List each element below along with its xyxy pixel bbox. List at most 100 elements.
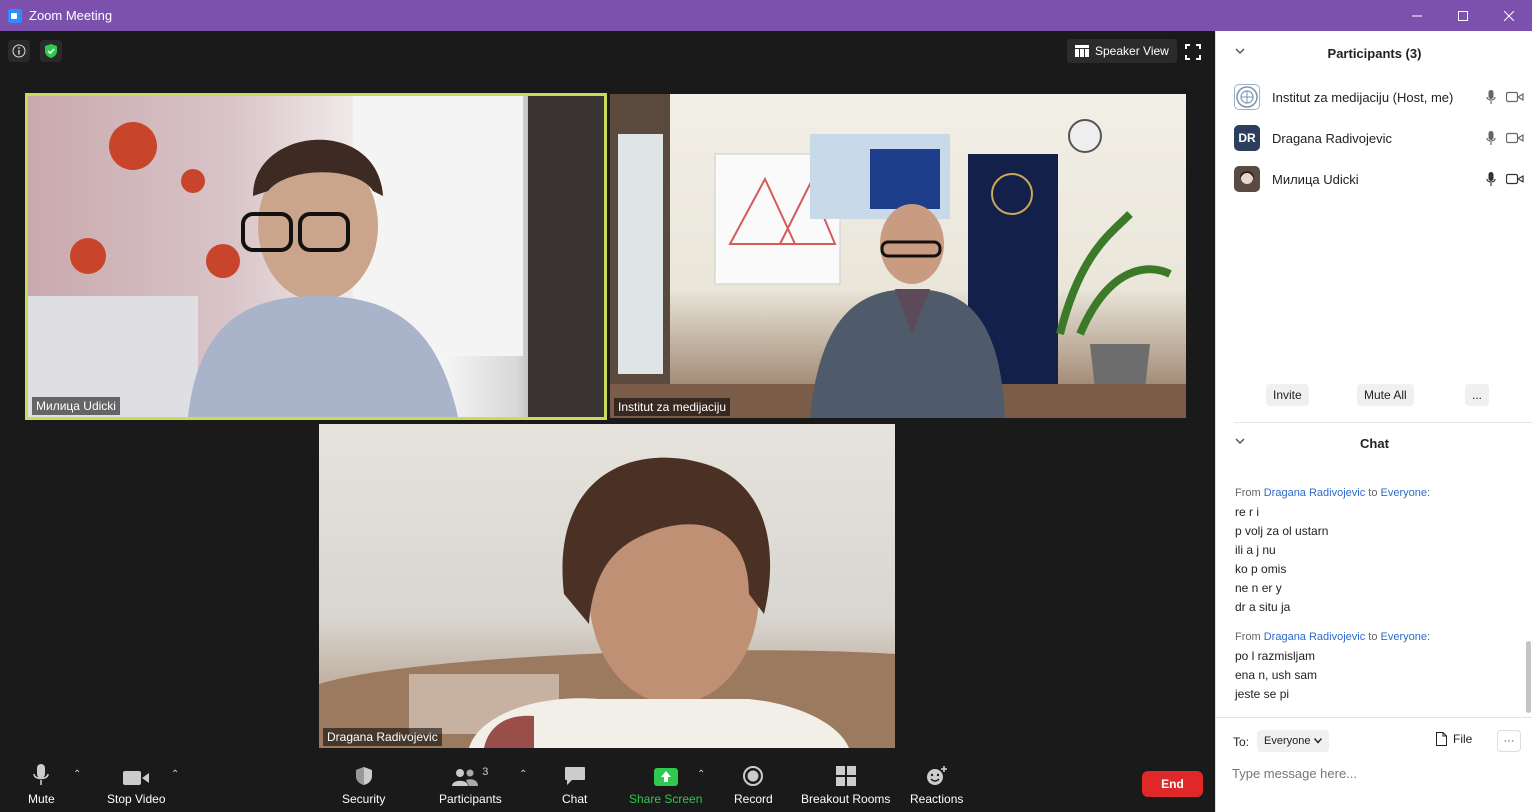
to-label: To: [1233,735,1250,749]
institute-logo-icon [1236,86,1258,108]
video-camera-icon[interactable] [1506,91,1524,103]
meeting-info-button[interactable] [8,40,30,62]
file-label: File [1453,732,1473,746]
message-sender: From Dragana Radivojevic to Everyone: [1235,631,1431,643]
encryption-button[interactable] [40,40,62,62]
participant-name: Dragana Radivojevic [1272,130,1392,146]
participant-name: Милица Udicki [1272,171,1359,187]
chat-message-input[interactable] [1232,762,1522,784]
sender-name[interactable]: Dragana Radivojevic [1264,631,1366,643]
end-meeting-button[interactable]: End [1142,771,1203,797]
send-file-button[interactable]: File [1436,732,1472,746]
video-tile[interactable]: Institut za medijaciju [610,94,1186,418]
avatar [1234,166,1260,192]
collapse-chevron-icon[interactable] [1235,46,1245,56]
participant-row[interactable]: Милица Udicki [1234,164,1524,194]
video-camera-icon[interactable] [1506,132,1524,144]
recipient-name[interactable]: Everyone [1381,487,1427,499]
close-button[interactable] [1486,0,1532,31]
mute-all-button[interactable]: Mute All [1357,384,1414,406]
message-text: dr a situ ja [1235,600,1291,614]
chat-scrollbar[interactable] [1526,641,1531,713]
file-icon [1436,732,1447,746]
video-tile[interactable]: Dragana Radivojevic [319,424,895,748]
maximize-icon [1458,10,1468,21]
chat-title: Chat [1360,435,1389,451]
participant-video [610,94,1186,418]
message-text: p volj za ol ustarn [1235,524,1329,538]
chat-button[interactable]: Chat [562,762,587,806]
stop-video-button[interactable]: Stop Video [107,762,166,806]
avatar: DR [1234,125,1260,151]
recipient-dropdown[interactable]: Everyone [1257,730,1330,752]
invite-button[interactable]: Invite [1266,384,1309,406]
minimize-button[interactable] [1394,0,1440,31]
more-options-button[interactable]: ... [1465,384,1490,406]
chat-more-button[interactable]: ··· [1497,730,1521,752]
chat-log[interactable]: From Dragana Radivojevic to Everyone: re… [1216,461,1532,715]
message-text: ena n, ush sam [1235,668,1318,682]
recipient-name[interactable]: Everyone [1381,631,1427,643]
share-screen-button[interactable]: Share Screen [629,762,702,806]
info-icon [12,44,26,58]
message-text: ko p omis [1235,562,1287,576]
participant-name-label: Institut za medijaciju [614,398,731,416]
participant-status-icons [1486,130,1524,146]
participant-row[interactable]: Institut za medijaciju (Host, me) [1234,82,1524,112]
participants-button[interactable]: 3 Participants [439,762,502,806]
maximize-button[interactable] [1440,0,1486,31]
breakout-rooms-label: Breakout Rooms [801,792,891,806]
meeting-toolbar: Mute ⌃ Stop Video ⌃ Security 3 Participa… [0,756,1215,812]
microphone-icon[interactable] [1486,171,1496,187]
shield-icon [355,767,372,785]
breakout-rooms-icon [835,766,856,786]
sender-name[interactable]: Dragana Radivojevic [1264,487,1366,499]
profile-photo-icon [1240,171,1254,184]
recipient-value: Everyone [1264,735,1311,747]
record-button[interactable]: Record [734,762,773,806]
avatar [1234,84,1260,110]
chevron-down-icon [1314,738,1323,744]
participants-title: Participants (3) [1327,45,1422,61]
speaker-view-button[interactable]: Speaker View [1067,39,1177,63]
security-button[interactable]: Security [342,762,385,806]
security-label: Security [342,792,386,806]
video-camera-icon [123,771,150,785]
chat-input-area: To: Everyone File ··· [1216,717,1532,812]
collapse-chevron-icon[interactable] [1235,436,1245,446]
microphone-icon[interactable] [1486,130,1496,146]
zoom-logo-icon [8,8,22,23]
chat-bubble-icon [564,767,585,785]
breakout-rooms-button[interactable]: Breakout Rooms [801,762,890,806]
record-icon [743,766,764,786]
message-text: ne n er y [1235,581,1282,595]
record-label: Record [734,792,773,806]
divider [1234,422,1532,423]
video-tile-active-speaker[interactable]: Милица Udicki [25,93,607,420]
audio-options-caret[interactable]: ⌃ [73,769,81,780]
meeting-info-icons [8,40,62,62]
share-screen-label: Share Screen [629,792,703,806]
title-bar: Zoom Meeting [0,0,1532,31]
participant-name-label: Милица Udicki [32,397,120,415]
message-sender: From Dragana Radivojevic to Everyone: [1235,487,1431,499]
video-options-caret[interactable]: ⌃ [171,769,179,780]
reactions-button[interactable]: Reactions [910,762,963,806]
microphone-icon[interactable] [1486,89,1496,105]
video-camera-icon[interactable] [1506,173,1524,185]
message-text: re r i [1235,505,1259,519]
participant-row[interactable]: DR Dragana Radivojevic [1234,123,1524,153]
participant-name: Institut za medijaciju (Host, me) [1272,89,1454,105]
participant-status-icons [1486,171,1524,187]
fullscreen-icon [1185,44,1201,60]
fullscreen-button[interactable] [1185,44,1201,60]
participants-options-caret[interactable]: ⌃ [519,769,527,780]
shield-check-icon [45,44,57,58]
mute-button[interactable]: Mute [28,762,55,806]
microphone-icon [33,764,50,785]
reactions-label: Reactions [910,792,964,806]
chat-header: Chat [1216,428,1532,458]
message-text: ili a j nu [1235,543,1276,557]
share-options-caret[interactable]: ⌃ [697,769,705,780]
grid-view-icon [1075,45,1089,57]
